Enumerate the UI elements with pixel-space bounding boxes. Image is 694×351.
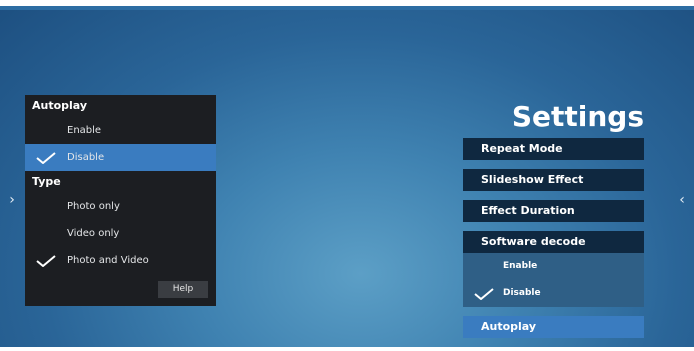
- menu-item-software-decode[interactable]: Software decode: [463, 231, 644, 253]
- page-title: Settings: [511, 100, 644, 133]
- type-option-video-only[interactable]: Video only: [25, 220, 216, 247]
- software-decode-option-disable[interactable]: Disable: [463, 280, 644, 307]
- bottom-border: [0, 347, 694, 351]
- right-chevron-icon[interactable]: ‹: [676, 190, 688, 210]
- checkmark-icon: [36, 152, 56, 164]
- left-chevron-icon[interactable]: ›: [6, 190, 18, 210]
- autoplay-option-enable[interactable]: Enable: [25, 117, 216, 144]
- menu-item-autoplay[interactable]: Autoplay: [463, 316, 644, 338]
- menu-item-effect-duration[interactable]: Effect Duration: [463, 200, 644, 222]
- autoplay-heading: Autoplay: [32, 99, 88, 112]
- option-label: Photo and Video: [67, 255, 149, 266]
- software-decode-submenu: Enable Disable: [463, 253, 644, 307]
- option-label: Enable: [503, 261, 538, 271]
- option-label: Disable: [67, 152, 105, 163]
- menu-item-repeat-mode[interactable]: Repeat Mode: [463, 138, 644, 160]
- checkmark-icon: [474, 288, 494, 300]
- menu-item-slideshow-effect[interactable]: Slideshow Effect: [463, 169, 644, 191]
- option-label: Photo only: [67, 201, 120, 212]
- type-heading: Type: [32, 175, 61, 188]
- option-label: Disable: [503, 288, 541, 298]
- help-button[interactable]: Help: [158, 281, 208, 298]
- option-label: Enable: [67, 125, 102, 136]
- software-decode-option-enable[interactable]: Enable: [463, 253, 644, 280]
- screen-background: › ‹ Autoplay Enable Disable Type Photo o…: [0, 0, 694, 351]
- checkmark-icon: [36, 255, 56, 267]
- type-option-photo-only[interactable]: Photo only: [25, 193, 216, 220]
- autoplay-option-disable[interactable]: Disable: [25, 144, 216, 171]
- top-accent-line: [0, 6, 694, 10]
- autoplay-panel: Autoplay Enable Disable Type Photo only …: [25, 95, 216, 306]
- type-option-photo-and-video[interactable]: Photo and Video: [25, 247, 216, 274]
- option-label: Video only: [67, 228, 120, 239]
